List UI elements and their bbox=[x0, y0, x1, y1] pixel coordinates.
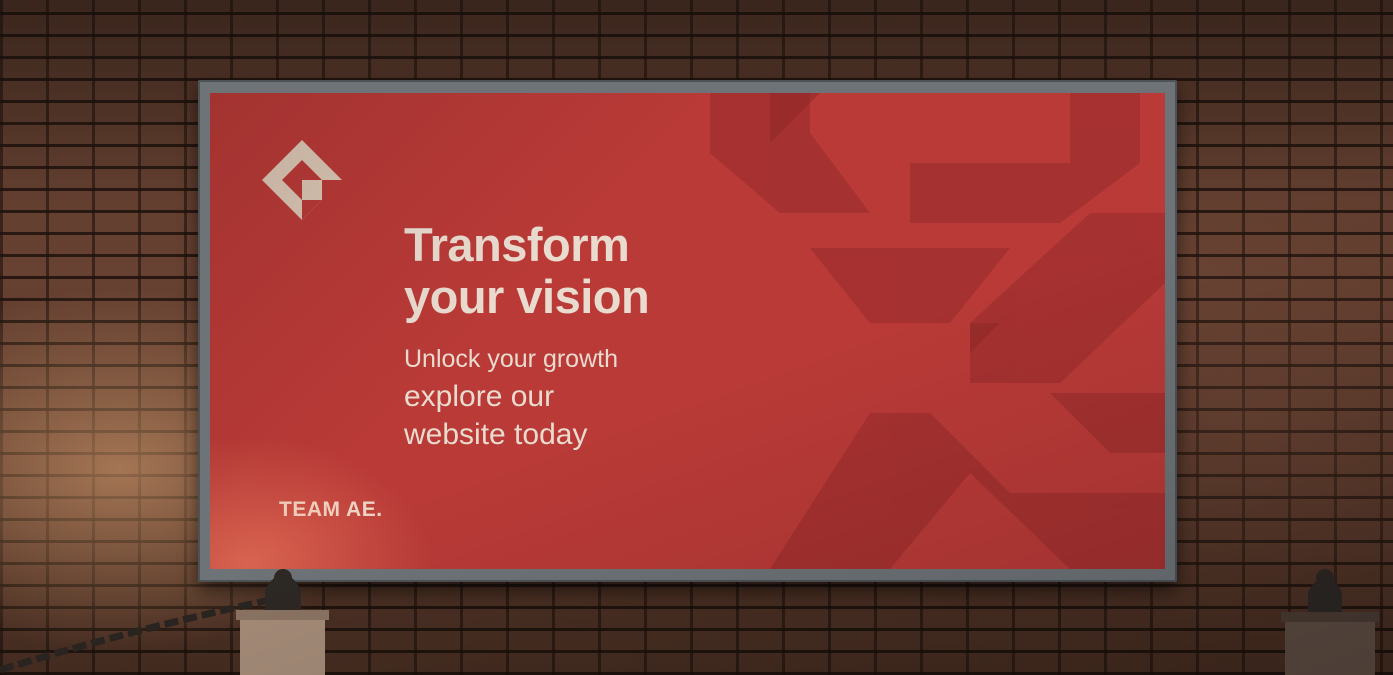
house-logo-icon bbox=[262, 140, 342, 220]
brand-name: TEAM AE. bbox=[279, 498, 383, 521]
subheadline: Unlock your growth explore our website t… bbox=[404, 340, 618, 454]
chain-post-right bbox=[1281, 569, 1379, 675]
subheadline-line-3: website today bbox=[404, 418, 588, 451]
headline-line-1: Transform bbox=[404, 218, 630, 271]
chain-post-left bbox=[0, 569, 329, 675]
billboard: Transform your vision Unlock your growth… bbox=[210, 93, 1165, 569]
headline: Transform your vision bbox=[404, 218, 650, 323]
subheadline-line-1: Unlock your growth bbox=[404, 345, 618, 373]
headline-line-2: your vision bbox=[404, 270, 650, 323]
subheadline-line-2: explore our bbox=[404, 380, 555, 413]
